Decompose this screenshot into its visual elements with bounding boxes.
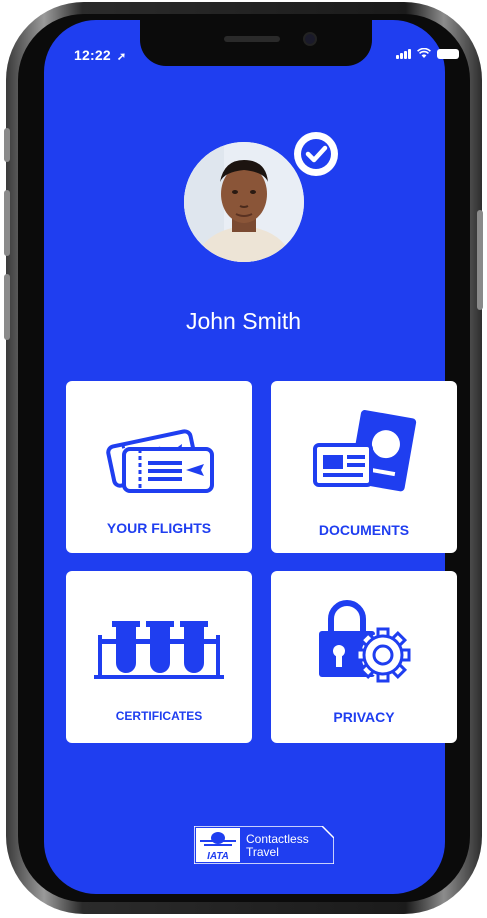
badge-line-2: Travel xyxy=(246,845,279,859)
certificates-tile[interactable]: CERTIFICATES xyxy=(66,571,252,743)
front-camera xyxy=(305,34,315,44)
padlock-gear-icon xyxy=(319,600,411,683)
status-bar: 12:22 ➚ xyxy=(74,47,126,63)
your-flights-label: YOUR FLIGHTS xyxy=(106,520,212,536)
checkmark-badge-icon xyxy=(294,132,338,176)
privacy-tile[interactable]: PRIVACY xyxy=(271,571,457,743)
battery-icon xyxy=(437,49,459,59)
mute-switch xyxy=(4,128,10,162)
power-button xyxy=(477,210,483,310)
wifi-icon xyxy=(417,48,431,58)
iata-logo-text: IATA xyxy=(207,851,229,862)
documents-label: DOCUMENTS xyxy=(318,522,410,538)
volume-up-button xyxy=(4,190,10,256)
earpiece-speaker xyxy=(224,36,280,42)
boarding-pass-icon xyxy=(106,429,214,493)
status-icons xyxy=(396,48,459,59)
profile-avatar[interactable] xyxy=(184,132,338,276)
certificates-label: CERTIFICATES xyxy=(115,709,203,723)
status-time: 12:22 xyxy=(74,47,111,63)
cellular-signal-icon xyxy=(396,49,411,59)
privacy-label: PRIVACY xyxy=(333,709,395,725)
your-flights-tile[interactable]: YOUR FLIGHTS xyxy=(66,381,252,553)
test-tubes-icon xyxy=(94,621,224,679)
user-name: John Smith xyxy=(185,308,302,334)
documents-tile[interactable]: DOCUMENTS xyxy=(271,381,457,553)
notch xyxy=(140,20,372,66)
badge-line-1: Contactless xyxy=(246,832,309,846)
iata-contactless-travel-badge: IATA Contactless Travel xyxy=(193,825,335,865)
passport-id-card-icon xyxy=(313,410,417,492)
location-arrow-icon: ➚ xyxy=(116,51,127,63)
profile-photo xyxy=(184,142,304,262)
avatar xyxy=(184,142,304,262)
